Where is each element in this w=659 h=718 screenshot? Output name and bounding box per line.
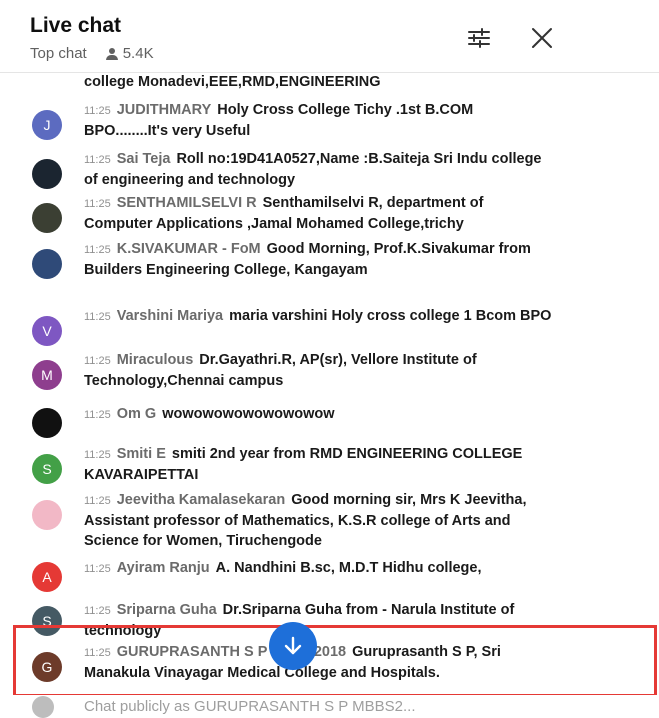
avatar[interactable]: M (32, 360, 62, 390)
message-time: 11:25 (84, 605, 111, 617)
arrow-down-icon (284, 636, 302, 655)
message-time: 11:25 (84, 563, 111, 575)
avatar[interactable]: S (32, 454, 62, 484)
message-body: 11:25 JUDITHMARY Holy Cross College Tichy … (84, 100, 554, 141)
filter-icon (468, 28, 490, 48)
message-time: 11:25 (84, 105, 111, 117)
message-author[interactable]: Smiti E (117, 446, 166, 462)
message-body: 11:25 Jeevitha Kamalasekaran Good morning … (84, 490, 554, 551)
message-body: 11:25 SENTHAMILSELVI R Senthamilselvi R, d… (84, 193, 554, 234)
chat-input-bar: Chat publicly as GURUPRASANTH S P MBBS2.… (0, 695, 659, 718)
close-button[interactable] (526, 22, 558, 54)
message-author[interactable]: Sriparna Guha (117, 602, 217, 618)
avatar[interactable] (32, 249, 62, 279)
message-text: maria varshini Holy cross college 1 Bcom… (229, 308, 552, 324)
message-time: 11:25 (84, 495, 111, 507)
highlight-box (13, 625, 657, 697)
avatar[interactable]: A (32, 562, 62, 592)
message-author[interactable]: Varshini Mariya (117, 308, 223, 324)
message-body: 11:25 Sai Teja Roll no:19D41A0527,Name :B.… (84, 149, 554, 190)
chat-mode-row: Top chat 5.4K (30, 45, 154, 62)
message-time: 11:25 (84, 355, 111, 367)
message-body: 11:25 Om G wowowowowowowowow (84, 404, 554, 425)
message-author[interactable]: SENTHAMILSELVI R (117, 195, 257, 211)
message-author[interactable]: Ayiram Ranju (117, 560, 210, 576)
message-body: 11:25 Ayiram Ranju A. Nandhini B.sc, M.D.T… (84, 558, 554, 579)
avatar[interactable] (32, 408, 62, 438)
message-body: 11:25 Varshini Mariya maria varshini Holy … (84, 306, 554, 327)
chat-input[interactable]: Chat publicly as GURUPRASANTH S P MBBS2.… (84, 698, 416, 715)
viewer-count: 5.4K (122, 45, 154, 62)
message-text: college Monadevi,EEE,RMD,ENGINEERING (84, 74, 381, 90)
message-time: 11:25 (84, 409, 111, 421)
message-text: A. Nandhini B.sc, M.D.T Hidhu college, (215, 560, 482, 576)
avatar[interactable] (32, 500, 62, 530)
message-time: 11:25 (84, 154, 111, 166)
avatar[interactable] (32, 159, 62, 189)
close-icon (532, 28, 552, 48)
person-icon (105, 47, 119, 61)
message-body: 11:25 Miraculous Dr.Gayathri.R, AP(sr), Ve… (84, 350, 554, 391)
message-list[interactable]: college Monadevi,EEE,RMD,ENGINEERING J 11:… (0, 72, 659, 695)
message-author[interactable]: Sai Teja (117, 151, 171, 167)
message-body: 11:25 K.SIVAKUMAR - FoM Good Morning, Prof… (84, 239, 554, 280)
message-author[interactable]: Om G (117, 406, 156, 422)
chat-mode-selector[interactable]: Top chat (30, 45, 87, 62)
chat-header: Live chat Top chat 5.4K (0, 0, 659, 73)
message-body: college Monadevi,EEE,RMD,ENGINEERING (84, 72, 554, 92)
avatar[interactable]: J (32, 110, 62, 140)
message-text: wowowowowowowowow (162, 406, 335, 422)
message-time: 11:25 (84, 449, 111, 461)
message-time: 11:25 (84, 198, 111, 210)
message-time: 11:25 (84, 244, 111, 256)
avatar[interactable]: V (32, 316, 62, 346)
message-author[interactable]: Jeevitha Kamalasekaran (117, 492, 285, 508)
scroll-to-bottom-button[interactable] (269, 622, 317, 670)
message-author[interactable]: Miraculous (117, 352, 194, 368)
message-author[interactable]: JUDITHMARY (117, 102, 212, 118)
filter-button[interactable] (463, 22, 495, 54)
avatar[interactable] (32, 203, 62, 233)
message-body: 11:25 Smiti Esmiti 2nd year from RMD ENGI… (84, 444, 554, 485)
chat-title: Live chat (30, 14, 122, 37)
message-author[interactable]: K.SIVAKUMAR - FoM (117, 241, 261, 257)
message-time: 11:25 (84, 311, 111, 323)
